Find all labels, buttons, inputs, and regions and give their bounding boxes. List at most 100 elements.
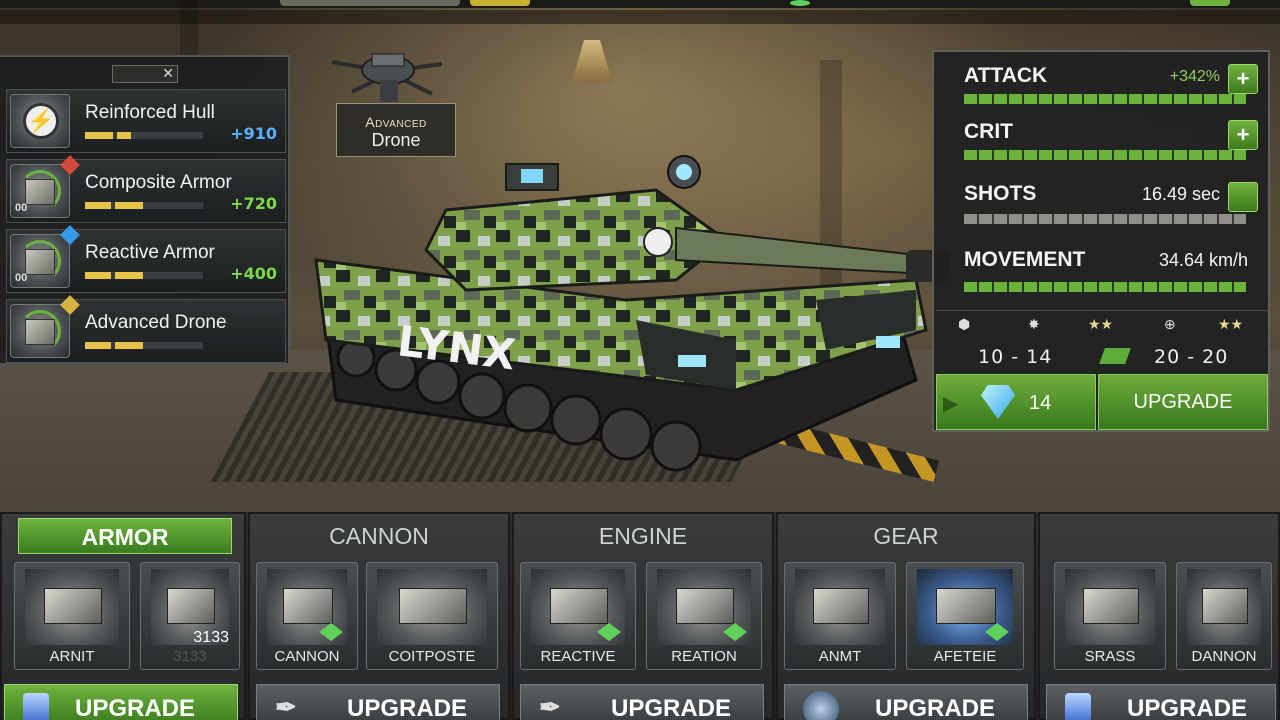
item-card[interactable]: DANNON <box>1176 562 1272 670</box>
item-name: AFETEIE <box>933 648 997 665</box>
item-card[interactable]: COITPOSTE <box>366 562 498 670</box>
item-art <box>1187 569 1261 645</box>
upgrade-label: UPGRADE <box>347 695 468 720</box>
upgrade-label: UPGRADE <box>875 695 996 720</box>
close-icon[interactable]: ✕ <box>162 65 174 82</box>
tab-engine[interactable]: ENGINE <box>514 514 772 556</box>
missile-icon: ✒ <box>539 692 561 720</box>
part-level: 00 <box>15 202 28 214</box>
part-row-reactive-armor[interactable]: 00 Reactive Armor +400 <box>6 225 286 293</box>
item-card[interactable]: ARNIT <box>14 562 130 670</box>
category-engine: ENGINE REACTIVE REATION ✒ UPGRADE <box>512 512 774 720</box>
shots-progress-bar <box>964 214 1246 224</box>
part-row-composite-armor[interactable]: 00 Composite Armor +720 <box>6 155 286 223</box>
part-name: Advanced Drone <box>85 312 227 333</box>
part-bonus: +720 <box>230 194 277 213</box>
stat-icons-row: ⬢ ✸ ★★ ⊕ ★★ <box>936 310 1268 340</box>
ceiling-lamp <box>572 40 612 82</box>
part-name: Reactive Armor <box>85 242 215 263</box>
crit-progress-bar <box>964 150 1246 160</box>
item-card[interactable]: REACTIVE <box>520 562 636 670</box>
tab-extra[interactable] <box>1040 514 1278 556</box>
drone-label-line2: Drone <box>371 130 421 150</box>
upgrade-button[interactable]: UPGRADE <box>1098 374 1268 430</box>
item-name: COITPOSTE <box>388 648 476 665</box>
burst-icon: ✸ <box>1028 316 1040 332</box>
item-art <box>795 569 885 645</box>
gem-cost-button[interactable]: ▶ 14 <box>936 374 1096 430</box>
item-card[interactable]: 3133 3133 <box>140 562 240 670</box>
item-card[interactable]: ANMT <box>784 562 896 670</box>
composite-armor-thumb: 00 <box>10 164 70 218</box>
stat-label: ATTACK <box>964 64 1048 87</box>
flag-icon <box>1099 348 1131 364</box>
crit-plus-button[interactable]: + <box>1228 120 1258 150</box>
upgrade-label: UPGRADE <box>611 695 732 720</box>
tab-armor[interactable]: ARMOR <box>18 518 232 554</box>
stat-label: CRIT <box>964 120 1013 143</box>
drone-module-icon <box>25 319 55 345</box>
arrow-left-icon: ▶ <box>943 393 959 415</box>
shield-icon <box>1065 693 1091 720</box>
shots-plus-button[interactable]: + <box>1228 182 1258 212</box>
part-level-bar <box>85 272 203 279</box>
range-right: 20 - 20 <box>1154 346 1229 368</box>
reinforced-hull-thumb: ⚡ <box>10 94 70 148</box>
category-bar: ARMOR ARNIT 3133 3133 UPGRADE CANNON CAN… <box>0 512 1280 720</box>
gem-count: 14 <box>1029 392 1052 414</box>
attack-progress-bar <box>964 94 1246 104</box>
item-name: REACTIVE <box>540 648 616 665</box>
upgrade-armor-button[interactable]: UPGRADE <box>4 684 238 720</box>
gear-badge-icon <box>803 691 839 720</box>
part-row-reinforced-hull[interactable]: ⚡ Reinforced Hull +910 <box>6 89 286 153</box>
part-bonus: +400 <box>230 264 277 283</box>
range-left: 10 - 14 <box>978 346 1053 368</box>
upgrade-engine-button[interactable]: ✒ UPGRADE <box>520 684 764 720</box>
category-extra: SRASS DANNON UPGRADE <box>1038 512 1280 720</box>
category-gear: GEAR ANMT AFETEIE UPGRADE <box>776 512 1036 720</box>
upgrade-gear-button[interactable]: UPGRADE <box>784 684 1028 720</box>
drone-label[interactable]: Advanced Drone <box>336 103 456 157</box>
attack-plus-button[interactable]: + <box>1228 64 1258 94</box>
item-card[interactable]: REATION <box>646 562 762 670</box>
part-name: Composite Armor <box>85 172 232 193</box>
rank-stars: ★★ <box>1088 316 1114 332</box>
diamond-icon <box>981 385 1015 419</box>
parts-panel: ✕ ⚡ Reinforced Hull +910 00 Composite Ar… <box>0 55 290 365</box>
stat-label: MOVEMENT <box>964 248 1086 271</box>
upgrade-extra-button[interactable]: UPGRADE <box>1046 684 1276 720</box>
category-cannon: CANNON CANNON COITPOSTE ✒ UPGRADE <box>248 512 510 720</box>
item-art <box>377 569 487 645</box>
drone-icon[interactable] <box>322 44 452 108</box>
item-name: ARNIT <box>49 648 95 665</box>
range-row: 10 - 14 20 - 20 <box>936 342 1268 372</box>
tab-cannon[interactable]: CANNON <box>250 514 508 556</box>
item-name: SRASS <box>1084 648 1136 665</box>
item-card[interactable]: AFETEIE <box>906 562 1024 670</box>
part-bonus: +910 <box>230 124 277 143</box>
item-card[interactable]: CANNON <box>256 562 358 670</box>
part-level-bar <box>85 202 203 209</box>
item-count: 3133 <box>193 629 229 646</box>
tab-gear[interactable]: GEAR <box>778 514 1034 556</box>
lynx-emblem-icon: ⚡ <box>23 103 59 139</box>
item-name: DANNON <box>1191 648 1257 665</box>
item-name: ANMT <box>818 648 862 665</box>
tank-model[interactable]: LYNX <box>296 150 956 480</box>
stat-value: 34.64 km/h <box>1158 250 1248 270</box>
item-art <box>25 569 119 645</box>
item-card[interactable]: SRASS <box>1054 562 1166 670</box>
part-level-bar <box>85 132 203 139</box>
category-armor: ARMOR ARNIT 3133 3133 UPGRADE <box>0 512 246 720</box>
upgrade-cannon-button[interactable]: ✒ UPGRADE <box>256 684 500 720</box>
reactive-armor-thumb: 00 <box>10 234 70 288</box>
item-name: 3133 <box>173 648 207 665</box>
armor-icon: ⬢ <box>958 316 971 332</box>
rank-stars: ★★ <box>1218 316 1244 332</box>
panel-tab-header[interactable]: ✕ <box>112 65 178 83</box>
armor-module-icon <box>25 179 55 205</box>
part-level: 00 <box>15 272 28 284</box>
stats-panel: ATTACK +342% + CRIT + SHOTS 16.49 sec + … <box>932 50 1270 432</box>
item-art <box>1065 569 1155 645</box>
part-row-advanced-drone[interactable]: Advanced Drone <box>6 295 286 363</box>
